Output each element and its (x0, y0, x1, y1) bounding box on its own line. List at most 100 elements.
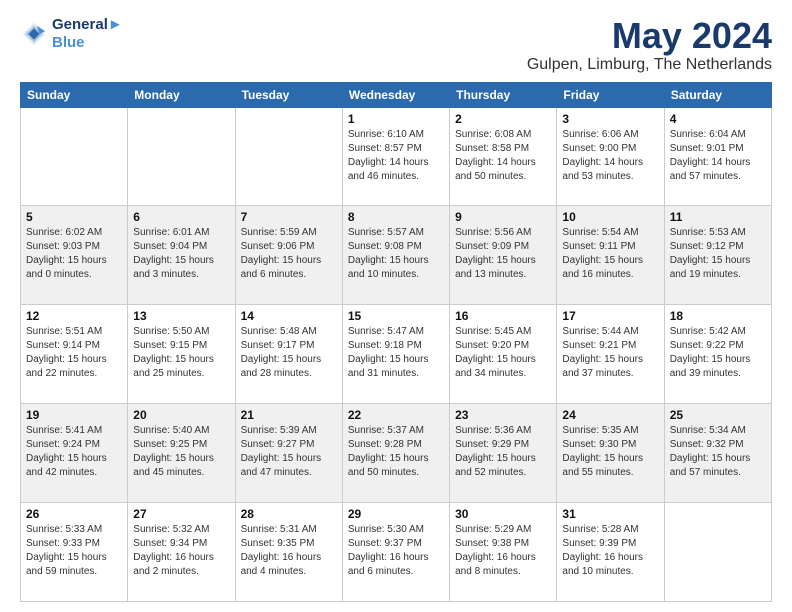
day-number: 16 (455, 309, 551, 323)
day-number: 29 (348, 507, 444, 521)
calendar-cell: 16Sunrise: 5:45 AMSunset: 9:20 PMDayligh… (450, 305, 557, 404)
calendar-cell: 20Sunrise: 5:40 AMSunset: 9:25 PMDayligh… (128, 404, 235, 503)
cell-content-line: and 0 minutes. (26, 268, 122, 282)
cell-content-line: and 46 minutes. (348, 170, 444, 184)
cell-content-line: and 34 minutes. (455, 367, 551, 381)
day-number: 23 (455, 408, 551, 422)
month-title: May 2024 (527, 16, 772, 56)
cell-content-line: Sunset: 9:12 PM (670, 240, 766, 254)
cell-content-line: Sunrise: 5:47 AM (348, 325, 444, 339)
day-number: 30 (455, 507, 551, 521)
cell-content-line: Sunrise: 5:56 AM (455, 226, 551, 240)
cell-content-line: and 2 minutes. (133, 565, 229, 579)
day-number: 15 (348, 309, 444, 323)
calendar-week-2: 5Sunrise: 6:02 AMSunset: 9:03 PMDaylight… (21, 206, 772, 305)
day-number: 8 (348, 210, 444, 224)
day-number: 13 (133, 309, 229, 323)
cell-content-line: Sunset: 9:11 PM (562, 240, 658, 254)
cell-content-line: Daylight: 15 hours (670, 452, 766, 466)
logo-text: General► Blue (52, 16, 123, 52)
cell-content-line: Sunrise: 5:51 AM (26, 325, 122, 339)
cell-content-line: Sunrise: 5:29 AM (455, 523, 551, 537)
cell-content-line: Daylight: 15 hours (133, 353, 229, 367)
day-number: 1 (348, 112, 444, 126)
cell-content-line: Sunrise: 5:28 AM (562, 523, 658, 537)
cell-content-line: Sunset: 9:37 PM (348, 537, 444, 551)
cell-content-line: Sunrise: 6:08 AM (455, 128, 551, 142)
day-number: 9 (455, 210, 551, 224)
cell-content-line: Daylight: 15 hours (26, 551, 122, 565)
cell-content-line: Sunset: 9:04 PM (133, 240, 229, 254)
cell-content-line: Sunrise: 5:33 AM (26, 523, 122, 537)
cell-content-line: Sunrise: 5:39 AM (241, 424, 337, 438)
cell-content-line: Sunrise: 5:34 AM (670, 424, 766, 438)
cell-content-line: Daylight: 15 hours (241, 254, 337, 268)
calendar-cell: 4Sunrise: 6:04 AMSunset: 9:01 PMDaylight… (664, 107, 771, 206)
day-number: 21 (241, 408, 337, 422)
cell-content-line: Sunrise: 5:31 AM (241, 523, 337, 537)
cell-content-line: Sunset: 9:00 PM (562, 142, 658, 156)
cell-content-line: and 22 minutes. (26, 367, 122, 381)
col-header-tuesday: Tuesday (235, 82, 342, 107)
cell-content-line: Daylight: 15 hours (562, 452, 658, 466)
calendar-cell: 10Sunrise: 5:54 AMSunset: 9:11 PMDayligh… (557, 206, 664, 305)
cell-content-line: and 55 minutes. (562, 466, 658, 480)
cell-content-line: and 52 minutes. (455, 466, 551, 480)
cell-content-line: Sunrise: 5:37 AM (348, 424, 444, 438)
cell-content-line: and 8 minutes. (455, 565, 551, 579)
cell-content-line: Daylight: 15 hours (562, 254, 658, 268)
calendar-cell: 22Sunrise: 5:37 AMSunset: 9:28 PMDayligh… (342, 404, 449, 503)
cell-content-line: Sunrise: 6:01 AM (133, 226, 229, 240)
cell-content-line: Daylight: 16 hours (562, 551, 658, 565)
cell-content-line: Sunrise: 6:02 AM (26, 226, 122, 240)
day-number: 20 (133, 408, 229, 422)
cell-content-line: and 47 minutes. (241, 466, 337, 480)
cell-content-line: Sunrise: 5:48 AM (241, 325, 337, 339)
logo-icon (20, 20, 48, 48)
page: General► Blue May 2024 Gulpen, Limburg, … (0, 0, 792, 612)
calendar-cell: 1Sunrise: 6:10 AMSunset: 8:57 PMDaylight… (342, 107, 449, 206)
calendar-cell: 26Sunrise: 5:33 AMSunset: 9:33 PMDayligh… (21, 503, 128, 602)
cell-content-line: and 42 minutes. (26, 466, 122, 480)
cell-content-line: Daylight: 14 hours (455, 156, 551, 170)
calendar-cell: 30Sunrise: 5:29 AMSunset: 9:38 PMDayligh… (450, 503, 557, 602)
day-number: 25 (670, 408, 766, 422)
cell-content-line: Sunrise: 5:57 AM (348, 226, 444, 240)
calendar-cell: 29Sunrise: 5:30 AMSunset: 9:37 PMDayligh… (342, 503, 449, 602)
calendar-cell: 12Sunrise: 5:51 AMSunset: 9:14 PMDayligh… (21, 305, 128, 404)
cell-content-line: and 53 minutes. (562, 170, 658, 184)
calendar-cell (664, 503, 771, 602)
calendar-cell: 8Sunrise: 5:57 AMSunset: 9:08 PMDaylight… (342, 206, 449, 305)
calendar-cell: 7Sunrise: 5:59 AMSunset: 9:06 PMDaylight… (235, 206, 342, 305)
cell-content-line: Sunrise: 5:53 AM (670, 226, 766, 240)
cell-content-line: Sunset: 9:17 PM (241, 339, 337, 353)
day-number: 11 (670, 210, 766, 224)
cell-content-line: and 39 minutes. (670, 367, 766, 381)
cell-content-line: Daylight: 15 hours (455, 353, 551, 367)
cell-content-line: Daylight: 14 hours (670, 156, 766, 170)
day-number: 19 (26, 408, 122, 422)
cell-content-line: and 10 minutes. (348, 268, 444, 282)
day-number: 31 (562, 507, 658, 521)
cell-content-line: Daylight: 15 hours (241, 353, 337, 367)
calendar-cell (128, 107, 235, 206)
cell-content-line: Daylight: 15 hours (670, 254, 766, 268)
cell-content-line: and 28 minutes. (241, 367, 337, 381)
cell-content-line: and 4 minutes. (241, 565, 337, 579)
cell-content-line: Sunset: 9:18 PM (348, 339, 444, 353)
cell-content-line: Sunset: 9:28 PM (348, 438, 444, 452)
cell-content-line: Daylight: 15 hours (348, 353, 444, 367)
cell-content-line: Sunset: 9:34 PM (133, 537, 229, 551)
cell-content-line: Sunset: 9:20 PM (455, 339, 551, 353)
cell-content-line: and 50 minutes. (348, 466, 444, 480)
cell-content-line: Sunrise: 5:50 AM (133, 325, 229, 339)
cell-content-line: Sunrise: 5:59 AM (241, 226, 337, 240)
cell-content-line: Daylight: 15 hours (455, 452, 551, 466)
day-number: 3 (562, 112, 658, 126)
calendar-cell: 2Sunrise: 6:08 AMSunset: 8:58 PMDaylight… (450, 107, 557, 206)
col-header-saturday: Saturday (664, 82, 771, 107)
cell-content-line: Sunset: 9:29 PM (455, 438, 551, 452)
calendar-cell (21, 107, 128, 206)
cell-content-line: Sunset: 9:03 PM (26, 240, 122, 254)
cell-content-line: and 13 minutes. (455, 268, 551, 282)
